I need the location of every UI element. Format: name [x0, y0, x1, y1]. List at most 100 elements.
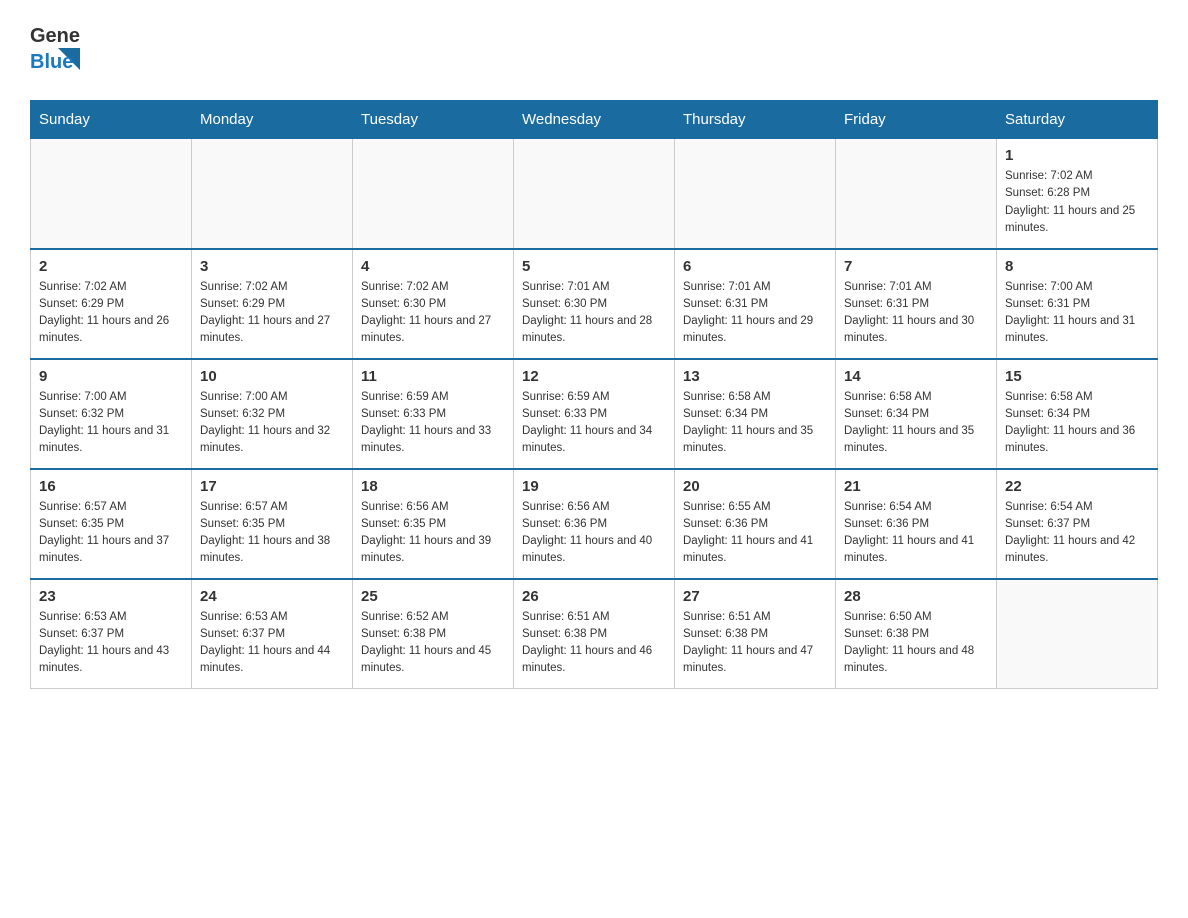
header-monday: Monday — [192, 101, 353, 139]
header-friday: Friday — [836, 101, 997, 139]
calendar-cell: 5 Sunrise: 7:01 AMSunset: 6:30 PMDaylight… — [514, 249, 675, 359]
day-info: Sunrise: 6:51 AMSunset: 6:38 PMDaylight:… — [522, 609, 666, 678]
calendar-cell: 2 Sunrise: 7:02 AMSunset: 6:29 PMDaylight… — [31, 249, 192, 359]
day-number: 4 — [361, 258, 505, 275]
calendar-header-row: Sunday Monday Tuesday Wednesday Thursday… — [31, 101, 1158, 139]
logo: General Blue — [30, 20, 80, 80]
day-number: 14 — [844, 368, 988, 385]
day-info: Sunrise: 6:52 AMSunset: 6:38 PMDaylight:… — [361, 609, 505, 678]
day-info: Sunrise: 6:50 AMSunset: 6:38 PMDaylight:… — [844, 609, 988, 678]
calendar-cell: 12Sunrise: 6:59 AMSunset: 6:33 PMDayligh… — [514, 359, 675, 469]
day-number: 11 — [361, 368, 505, 385]
day-info: Sunrise: 6:57 AMSunset: 6:35 PMDaylight:… — [200, 499, 344, 568]
day-number: 24 — [200, 588, 344, 605]
day-info: Sunrise: 6:58 AMSunset: 6:34 PMDaylight:… — [683, 389, 827, 458]
day-number: 22 — [1005, 478, 1149, 495]
day-number: 27 — [683, 588, 827, 605]
calendar-cell — [514, 139, 675, 249]
day-number: 1 — [1005, 147, 1149, 164]
day-info: Sunrise: 6:56 AMSunset: 6:36 PMDaylight:… — [522, 499, 666, 568]
calendar-cell — [836, 139, 997, 249]
day-number: 3 — [200, 258, 344, 275]
day-info: Sunrise: 6:59 AMSunset: 6:33 PMDaylight:… — [361, 389, 505, 458]
header-sunday: Sunday — [31, 101, 192, 139]
header-saturday: Saturday — [997, 101, 1158, 139]
logo-mark: General Blue — [30, 20, 80, 80]
calendar-cell — [353, 139, 514, 249]
header-thursday: Thursday — [675, 101, 836, 139]
calendar-week-row: 2 Sunrise: 7:02 AMSunset: 6:29 PMDaylight… — [31, 249, 1158, 359]
day-info: Sunrise: 6:53 AMSunset: 6:37 PMDaylight:… — [39, 609, 183, 678]
calendar-cell — [997, 579, 1158, 689]
calendar-cell: 25 Sunrise: 6:52 AMSunset: 6:38 PMDayligh… — [353, 579, 514, 689]
calendar-cell: 22 Sunrise: 6:54 AMSunset: 6:37 PMDayligh… — [997, 469, 1158, 579]
day-number: 7 — [844, 258, 988, 275]
day-number: 12 — [522, 368, 666, 385]
day-info: Sunrise: 7:02 AMSunset: 6:29 PMDaylight:… — [200, 279, 344, 348]
calendar-cell: 7 Sunrise: 7:01 AMSunset: 6:31 PMDaylight… — [836, 249, 997, 359]
calendar-cell: 8 Sunrise: 7:00 AMSunset: 6:31 PMDaylight… — [997, 249, 1158, 359]
calendar-cell: 1 Sunrise: 7:02 AMSunset: 6:28 PMDaylight… — [997, 139, 1158, 249]
day-info: Sunrise: 7:01 AMSunset: 6:30 PMDaylight:… — [522, 279, 666, 348]
day-info: Sunrise: 6:58 AMSunset: 6:34 PMDaylight:… — [1005, 389, 1149, 458]
calendar-table: Sunday Monday Tuesday Wednesday Thursday… — [30, 100, 1158, 689]
day-number: 26 — [522, 588, 666, 605]
day-number: 16 — [39, 478, 183, 495]
day-number: 13 — [683, 368, 827, 385]
calendar-cell: 10 Sunrise: 7:00 AMSunset: 6:32 PMDayligh… — [192, 359, 353, 469]
day-info: Sunrise: 7:00 AMSunset: 6:32 PMDaylight:… — [200, 389, 344, 458]
day-info: Sunrise: 6:56 AMSunset: 6:35 PMDaylight:… — [361, 499, 505, 568]
day-number: 2 — [39, 258, 183, 275]
calendar-cell: 17 Sunrise: 6:57 AMSunset: 6:35 PMDayligh… — [192, 469, 353, 579]
calendar-week-row: 16 Sunrise: 6:57 AMSunset: 6:35 PMDayligh… — [31, 469, 1158, 579]
day-number: 19 — [522, 478, 666, 495]
calendar-cell: 6 Sunrise: 7:01 AMSunset: 6:31 PMDaylight… — [675, 249, 836, 359]
calendar-cell: 26 Sunrise: 6:51 AMSunset: 6:38 PMDayligh… — [514, 579, 675, 689]
calendar-week-row: 1 Sunrise: 7:02 AMSunset: 6:28 PMDaylight… — [31, 139, 1158, 249]
calendar-cell: 11 Sunrise: 6:59 AMSunset: 6:33 PMDayligh… — [353, 359, 514, 469]
page-header: General Blue — [30, 20, 1158, 80]
calendar-cell: 24Sunrise: 6:53 AMSunset: 6:37 PMDayligh… — [192, 579, 353, 689]
header-wednesday: Wednesday — [514, 101, 675, 139]
calendar-cell: 9 Sunrise: 7:00 AMSunset: 6:32 PMDaylight… — [31, 359, 192, 469]
calendar-cell — [31, 139, 192, 249]
day-number: 23 — [39, 588, 183, 605]
day-info: Sunrise: 6:58 AMSunset: 6:34 PMDaylight:… — [844, 389, 988, 458]
day-info: Sunrise: 7:01 AMSunset: 6:31 PMDaylight:… — [683, 279, 827, 348]
day-number: 5 — [522, 258, 666, 275]
header-tuesday: Tuesday — [353, 101, 514, 139]
day-number: 8 — [1005, 258, 1149, 275]
calendar-cell: 21Sunrise: 6:54 AMSunset: 6:36 PMDayligh… — [836, 469, 997, 579]
calendar-cell: 14 Sunrise: 6:58 AMSunset: 6:34 PMDayligh… — [836, 359, 997, 469]
day-info: Sunrise: 6:51 AMSunset: 6:38 PMDaylight:… — [683, 609, 827, 678]
calendar-week-row: 9 Sunrise: 7:00 AMSunset: 6:32 PMDaylight… — [31, 359, 1158, 469]
calendar-cell: 15 Sunrise: 6:58 AMSunset: 6:34 PMDayligh… — [997, 359, 1158, 469]
day-number: 6 — [683, 258, 827, 275]
day-info: Sunrise: 7:00 AMSunset: 6:31 PMDaylight:… — [1005, 279, 1149, 348]
calendar-cell: 20Sunrise: 6:55 AMSunset: 6:36 PMDayligh… — [675, 469, 836, 579]
calendar-cell: 16Sunrise: 6:57 AMSunset: 6:35 PMDayligh… — [31, 469, 192, 579]
day-info: Sunrise: 7:02 AMSunset: 6:30 PMDaylight:… — [361, 279, 505, 348]
day-info: Sunrise: 6:54 AMSunset: 6:36 PMDaylight:… — [844, 499, 988, 568]
svg-text:General: General — [30, 25, 80, 47]
calendar-cell: 13 Sunrise: 6:58 AMSunset: 6:34 PMDayligh… — [675, 359, 836, 469]
day-number: 25 — [361, 588, 505, 605]
svg-text:Blue: Blue — [30, 51, 73, 73]
calendar-week-row: 23 Sunrise: 6:53 AMSunset: 6:37 PMDayligh… — [31, 579, 1158, 689]
day-info: Sunrise: 6:55 AMSunset: 6:36 PMDaylight:… — [683, 499, 827, 568]
calendar-cell: 23 Sunrise: 6:53 AMSunset: 6:37 PMDayligh… — [31, 579, 192, 689]
day-number: 18 — [361, 478, 505, 495]
day-info: Sunrise: 7:01 AMSunset: 6:31 PMDaylight:… — [844, 279, 988, 348]
day-number: 15 — [1005, 368, 1149, 385]
calendar-cell: 19 Sunrise: 6:56 AMSunset: 6:36 PMDayligh… — [514, 469, 675, 579]
day-info: Sunrise: 7:02 AMSunset: 6:29 PMDaylight:… — [39, 279, 183, 348]
day-info: Sunrise: 7:00 AMSunset: 6:32 PMDaylight:… — [39, 389, 183, 458]
calendar-cell: 4 Sunrise: 7:02 AMSunset: 6:30 PMDaylight… — [353, 249, 514, 359]
day-info: Sunrise: 7:02 AMSunset: 6:28 PMDaylight:… — [1005, 168, 1149, 237]
day-number: 9 — [39, 368, 183, 385]
day-number: 10 — [200, 368, 344, 385]
calendar-cell — [192, 139, 353, 249]
day-number: 17 — [200, 478, 344, 495]
calendar-cell: 27 Sunrise: 6:51 AMSunset: 6:38 PMDayligh… — [675, 579, 836, 689]
day-info: Sunrise: 6:54 AMSunset: 6:37 PMDaylight:… — [1005, 499, 1149, 568]
